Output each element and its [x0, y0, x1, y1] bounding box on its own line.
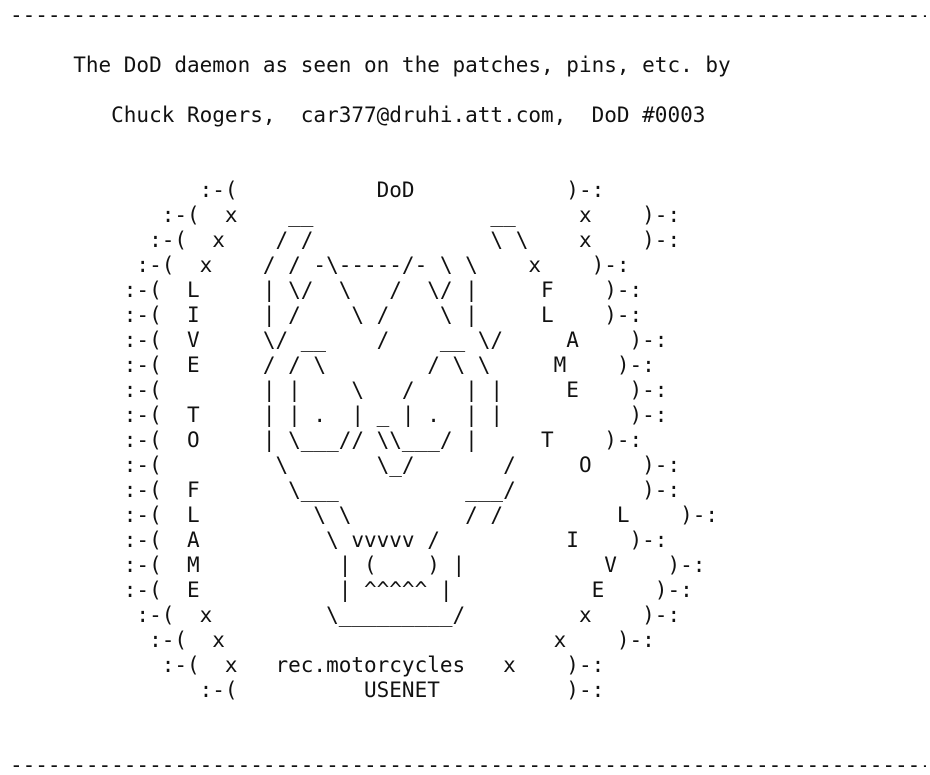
ascii-art-line: :-( x \_________/ x )-:: [10, 603, 681, 627]
top-divider: ----------------------------------------…: [10, 3, 926, 27]
ascii-art-line: :-( x x )-:: [10, 628, 655, 652]
ascii-art-line: :-( | | \ / | | E )-:: [10, 378, 668, 402]
ascii-art-line: :-( x / / -\-----/- \ \ x )-:: [10, 253, 630, 277]
ascii-art-line: :-( L \ \ / / L )-:: [10, 503, 719, 527]
document-text: ----------------------------------------…: [10, 3, 926, 773]
ascii-art-line: :-( USENET )-:: [10, 678, 605, 702]
ascii-art-line: :-( x __ __ x )-:: [10, 203, 681, 227]
ascii-art-line: :-( DoD )-:: [10, 178, 605, 202]
ascii-art-line: :-( V \/ __ / __ \/ A )-:: [10, 328, 668, 352]
ascii-art-line: :-( \ \_/ / O )-:: [10, 453, 681, 477]
ascii-art-line: :-( I | / \ / \ | L )-:: [10, 303, 643, 327]
ascii-art-line: :-( A \ vvvvv / I )-:: [10, 528, 668, 552]
ascii-art-line: :-( E | ^^^^^ | E )-:: [10, 578, 693, 602]
intro-line: The DoD daemon as seen on the patches, p…: [10, 53, 731, 77]
ascii-document: ----------------------------------------…: [10, 3, 926, 773]
ascii-art-line: :-( E / / \ / \ \ M )-:: [10, 353, 655, 377]
ascii-art-line: :-( O | \___// \\___/ | T )-:: [10, 428, 643, 452]
ascii-art-line: :-( x / / \ \ x )-:: [10, 228, 681, 252]
author-byline: Chuck Rogers, car377@druhi.att.com, DoD …: [10, 103, 706, 127]
ascii-art-line: :-( x rec.motorcycles x )-:: [10, 653, 605, 677]
ascii-art-line: :-( M | ( ) | V )-:: [10, 553, 706, 577]
ascii-art-line: :-( T | | . | _ | . | | )-:: [10, 403, 668, 427]
ascii-art-line: :-( F \___ ___/ )-:: [10, 478, 681, 502]
ascii-art-line: :-( L | \/ \ / \/ | F )-:: [10, 278, 643, 302]
bottom-divider: ----------------------------------------…: [10, 753, 926, 773]
